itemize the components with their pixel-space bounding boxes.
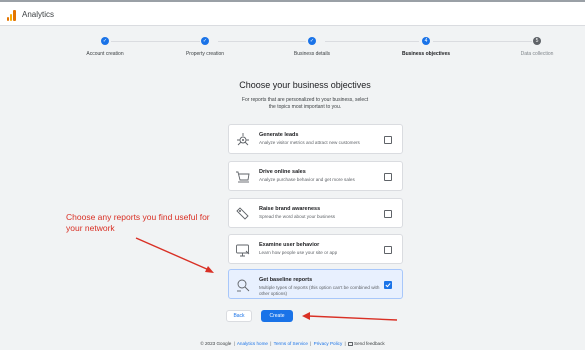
footer-separator: | bbox=[310, 341, 312, 346]
send-feedback-label: Send feedback bbox=[354, 341, 385, 346]
create-button[interactable]: Create bbox=[261, 310, 293, 322]
footer-separator: | bbox=[270, 341, 272, 346]
annotation-arrows bbox=[135, 237, 398, 321]
footer: © 2023 Google | Analytics home | Terms o… bbox=[0, 341, 585, 346]
annotation-arrow-to-card bbox=[135, 237, 214, 273]
footer-link-privacy[interactable]: Privacy Policy bbox=[314, 341, 343, 346]
footer-link-terms[interactable]: Terms of Service bbox=[274, 341, 308, 346]
back-button[interactable]: Back bbox=[226, 310, 252, 322]
footer-separator: | bbox=[233, 341, 235, 346]
annotation-arrow-to-create bbox=[302, 312, 398, 321]
send-feedback-link[interactable]: Send feedback bbox=[348, 341, 385, 346]
feedback-icon bbox=[348, 341, 354, 346]
footer-link-analytics-home[interactable]: Analytics home bbox=[237, 341, 268, 346]
copyright-text: © 2023 Google bbox=[200, 341, 232, 346]
footer-separator: | bbox=[344, 341, 346, 346]
